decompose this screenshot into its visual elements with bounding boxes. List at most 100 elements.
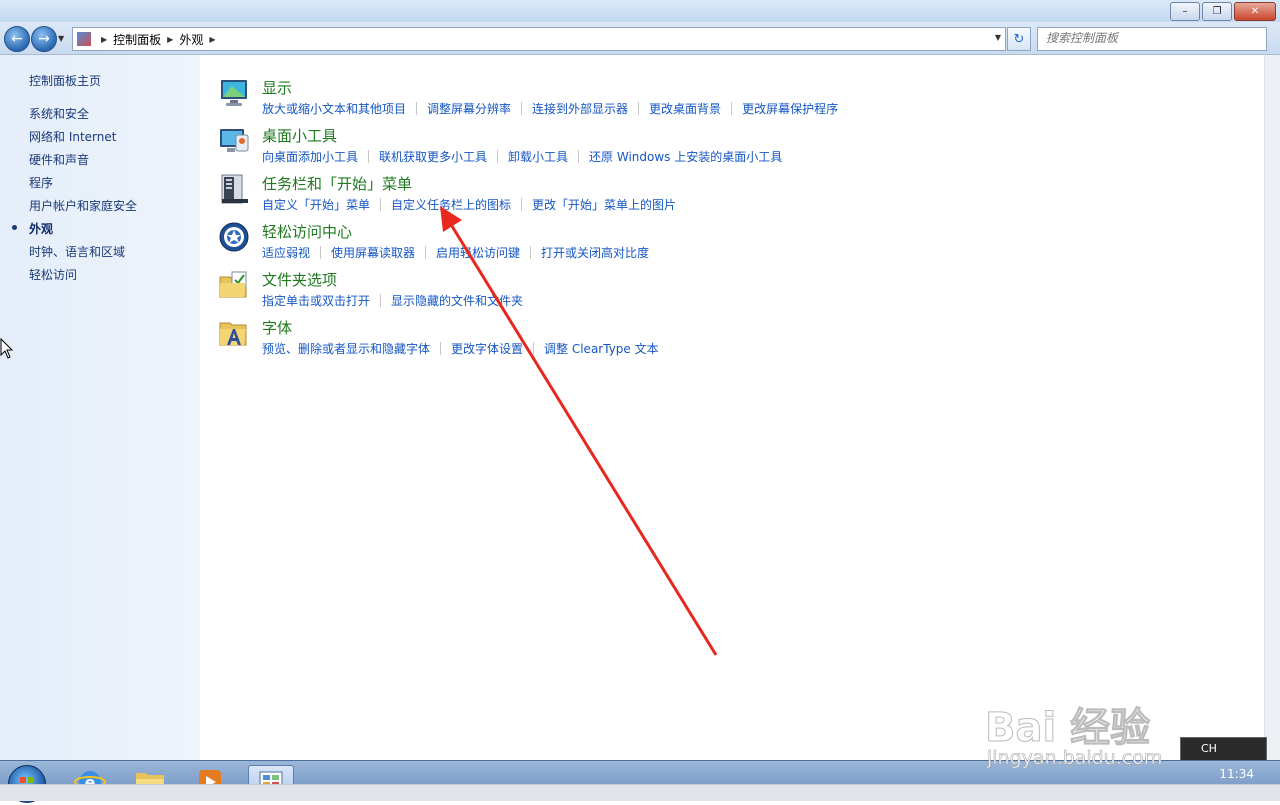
control-panel-icon	[77, 32, 91, 46]
category-title-taskbar-start[interactable]: 任务栏和「开始」菜单	[262, 173, 412, 194]
language-bar[interactable]: CH	[1180, 737, 1267, 762]
sidebar-item-ease-of-access[interactable]: 轻松访问	[29, 266, 77, 283]
link-divider	[638, 102, 640, 115]
category-title-fonts[interactable]: 字体	[262, 317, 292, 338]
link-uninstall-gadget[interactable]: 卸载小工具	[508, 148, 568, 165]
category-title-folder-options[interactable]: 文件夹选项	[262, 269, 337, 290]
category-gadgets: 桌面小工具 向桌面添加小工具 联机获取更多小工具 卸载小工具 还原 Window…	[218, 125, 1218, 173]
link-high-contrast[interactable]: 打开或关闭高对比度	[541, 244, 649, 261]
fonts-icon[interactable]	[218, 317, 250, 349]
link-external-display[interactable]: 连接到外部显示器	[532, 100, 628, 117]
category-title-display[interactable]: 显示	[262, 77, 292, 98]
navigation-bar: ← → ▼ ▶ 控制面板 ▶ 外观 ▶ ▼ ↻	[0, 22, 1280, 55]
sidebar-item-programs[interactable]: 程序	[29, 174, 53, 191]
link-customize-taskbar-icons[interactable]: 自定义任务栏上的图标	[391, 196, 511, 213]
link-font-settings[interactable]: 更改字体设置	[451, 340, 523, 357]
back-button[interactable]: ←	[4, 26, 30, 52]
category-links-gadgets: 向桌面添加小工具 联机获取更多小工具 卸载小工具 还原 Windows 上安装的…	[262, 148, 782, 165]
link-get-more-gadgets[interactable]: 联机获取更多小工具	[379, 148, 487, 165]
link-change-start-picture[interactable]: 更改「开始」菜单上的图片	[532, 196, 676, 213]
link-restore-gadgets[interactable]: 还原 Windows 上安装的桌面小工具	[589, 148, 782, 165]
chevron-right-icon[interactable]: ▶	[101, 35, 107, 44]
close-button[interactable]: ✕	[1234, 2, 1276, 21]
refresh-button[interactable]: ↻	[1007, 27, 1031, 51]
chevron-right-icon[interactable]: ▶	[167, 35, 173, 44]
sidebar: 控制面板主页 系统和安全 网络和 Internet 硬件和声音 程序 用户帐户和…	[0, 55, 200, 760]
mouse-cursor-icon	[0, 338, 14, 359]
category-links-fonts: 预览、删除或者显示和隐藏字体 更改字体设置 调整 ClearType 文本	[262, 340, 659, 357]
category-links-display: 放大或缩小文本和其他项目 调整屏幕分辨率 连接到外部显示器 更改桌面背景 更改屏…	[262, 100, 838, 117]
category-title-gadgets[interactable]: 桌面小工具	[262, 125, 337, 146]
link-divider	[416, 102, 418, 115]
sidebar-item-appearance[interactable]: 外观	[29, 220, 53, 237]
sidebar-item-clock-language[interactable]: 时钟、语言和区域	[29, 243, 125, 260]
link-divider	[425, 246, 427, 259]
link-screen-saver[interactable]: 更改屏幕保护程序	[742, 100, 838, 117]
link-divider	[497, 150, 499, 163]
link-divider	[440, 342, 442, 355]
link-desktop-background[interactable]: 更改桌面背景	[649, 100, 721, 117]
link-divider	[521, 102, 523, 115]
link-divider	[533, 342, 535, 355]
category-fonts: 字体 预览、删除或者显示和隐藏字体 更改字体设置 调整 ClearType 文本	[218, 317, 1218, 365]
category-links-taskbar-start: 自定义「开始」菜单 自定义任务栏上的图标 更改「开始」菜单上的图片	[262, 196, 676, 213]
link-add-gadgets[interactable]: 向桌面添加小工具	[262, 148, 358, 165]
chevron-right-icon[interactable]: ▶	[209, 35, 215, 44]
arrow-left-icon: ←	[11, 31, 23, 47]
category-links-ease-of-access: 适应弱视 使用屏幕读取器 启用轻松访问键 打开或关闭高对比度	[262, 244, 649, 261]
link-zoom-text[interactable]: 放大或缩小文本和其他项目	[262, 100, 406, 117]
link-customize-start-menu[interactable]: 自定义「开始」菜单	[262, 196, 370, 213]
gadgets-icon[interactable]	[218, 125, 250, 157]
address-dropdown-icon[interactable]: ▼	[995, 33, 1001, 42]
recent-pages-dropdown[interactable]: ▼	[58, 34, 64, 43]
search-box[interactable]	[1037, 27, 1267, 51]
folder-options-icon[interactable]	[218, 269, 250, 301]
window-titlebar: – ❐ ✕	[0, 0, 1280, 22]
category-ease-of-access: 轻松访问中心 适应弱视 使用屏幕读取器 启用轻松访问键 打开或关闭高对比度	[218, 221, 1218, 269]
link-divider	[521, 198, 523, 211]
category-taskbar-start: 任务栏和「开始」菜单 自定义「开始」菜单 自定义任务栏上的图标 更改「开始」菜单…	[218, 173, 1218, 221]
link-low-vision[interactable]: 适应弱视	[262, 244, 310, 261]
search-input[interactable]	[1038, 28, 1254, 48]
main-content: 显示 放大或缩小文本和其他项目 调整屏幕分辨率 连接到外部显示器 更改桌面背景 …	[200, 55, 1265, 760]
link-divider	[578, 150, 580, 163]
address-bar[interactable]: ▶ 控制面板 ▶ 外观 ▶ ▼	[72, 27, 1006, 51]
link-ease-of-access-keys[interactable]: 启用轻松访问键	[436, 244, 520, 261]
refresh-icon: ↻	[1013, 31, 1025, 47]
arrow-right-icon: →	[38, 31, 50, 47]
link-divider	[731, 102, 733, 115]
forward-button[interactable]: →	[31, 26, 57, 52]
link-screen-reader[interactable]: 使用屏幕读取器	[331, 244, 415, 261]
link-screen-resolution[interactable]: 调整屏幕分辨率	[427, 100, 511, 117]
link-divider	[380, 294, 382, 307]
link-cleartype[interactable]: 调整 ClearType 文本	[544, 340, 659, 357]
system-clock[interactable]: 11:34	[1219, 767, 1254, 781]
window-controls: – ❐ ✕	[1170, 2, 1276, 21]
link-divider	[530, 246, 532, 259]
category-title-ease-of-access[interactable]: 轻松访问中心	[262, 221, 352, 242]
link-preview-fonts[interactable]: 预览、删除或者显示和隐藏字体	[262, 340, 430, 357]
link-single-double-click[interactable]: 指定单击或双击打开	[262, 292, 370, 309]
link-divider	[380, 198, 382, 211]
ease-of-access-icon[interactable]	[218, 221, 250, 253]
sidebar-item-user-accounts[interactable]: 用户帐户和家庭安全	[29, 197, 137, 214]
breadcrumb-control-panel[interactable]: 控制面板	[113, 31, 161, 48]
category-links-folder-options: 指定单击或双击打开 显示隐藏的文件和文件夹	[262, 292, 523, 309]
sidebar-item-hardware-sound[interactable]: 硬件和声音	[29, 151, 89, 168]
display-icon[interactable]	[218, 77, 250, 109]
link-divider	[320, 246, 322, 259]
minimize-button[interactable]: –	[1170, 2, 1200, 21]
category-display: 显示 放大或缩小文本和其他项目 调整屏幕分辨率 连接到外部显示器 更改桌面背景 …	[218, 77, 1218, 125]
category-folder-options: 文件夹选项 指定单击或双击打开 显示隐藏的文件和文件夹	[218, 269, 1218, 317]
breadcrumb-appearance[interactable]: 外观	[179, 31, 203, 48]
sidebar-item-home[interactable]: 控制面板主页	[29, 72, 101, 89]
vertical-scrollbar[interactable]	[1264, 55, 1280, 760]
sidebar-item-system-security[interactable]: 系统和安全	[29, 105, 89, 122]
language-indicator[interactable]: CH	[1201, 742, 1217, 755]
link-divider	[368, 150, 370, 163]
sidebar-item-network[interactable]: 网络和 Internet	[29, 128, 116, 145]
maximize-button[interactable]: ❐	[1202, 2, 1232, 21]
taskbar-icon[interactable]	[218, 173, 250, 205]
horizontal-scrollbar[interactable]	[0, 784, 1280, 801]
link-show-hidden-files[interactable]: 显示隐藏的文件和文件夹	[391, 292, 523, 309]
